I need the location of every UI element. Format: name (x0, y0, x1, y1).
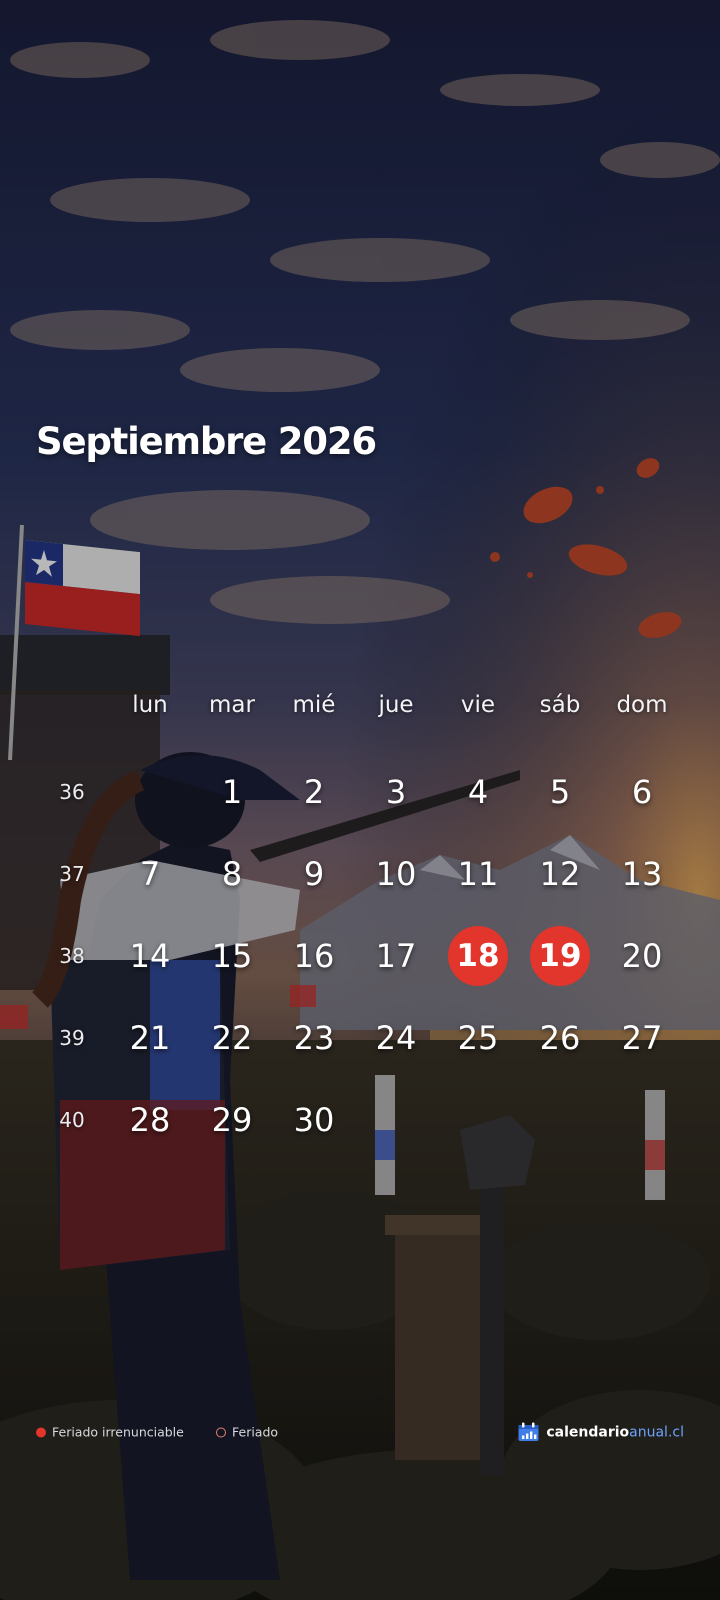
day-cell[interactable]: 8 (202, 844, 262, 904)
day-cell[interactable]: 6 (612, 762, 672, 822)
day-cell[interactable]: 26 (530, 1008, 590, 1068)
ring-dot-icon (216, 1427, 226, 1437)
day-cell[interactable]: 1 (202, 762, 262, 822)
legend-irrenunciable-label: Feriado irrenunciable (52, 1424, 184, 1440)
day-cell[interactable]: 24 (366, 1008, 426, 1068)
holiday-day-cell[interactable]: 19 (530, 926, 590, 986)
weekday-header: jue (378, 692, 414, 718)
brand-name-part2: anual.cl (629, 1424, 684, 1440)
day-cell[interactable]: 3 (366, 762, 426, 822)
brand-logo: calendarioanual.cl (518, 1422, 684, 1442)
week-number: 38 (59, 944, 85, 968)
week-number: 39 (59, 1026, 85, 1050)
brand-name-part1: calendario (546, 1424, 630, 1440)
day-cell[interactable]: 15 (202, 926, 262, 986)
week-number: 37 (59, 862, 85, 886)
day-cell[interactable]: 2 (284, 762, 344, 822)
day-cell[interactable]: 17 (366, 926, 426, 986)
calendar-chart-icon (518, 1422, 539, 1441)
day-cell[interactable]: 25 (448, 1008, 508, 1068)
week-number: 36 (59, 780, 85, 804)
legend-feriado-label: Feriado (232, 1424, 279, 1440)
day-cell[interactable]: 29 (202, 1090, 262, 1150)
weekday-header: vie (460, 692, 496, 718)
weekday-header: dom (616, 692, 668, 718)
day-cell[interactable]: 21 (120, 1008, 180, 1068)
day-cell[interactable]: 23 (284, 1008, 344, 1068)
legend-irrenunciable: Feriado irrenunciable (36, 1425, 184, 1440)
weekday-header: sáb (539, 692, 581, 718)
weekday-header: lun (132, 692, 168, 718)
weekday-header: mié (292, 692, 336, 718)
brand-name: calendarioanual.cl (546, 1424, 684, 1440)
day-cell[interactable]: 27 (612, 1008, 672, 1068)
day-cell[interactable]: 9 (284, 844, 344, 904)
month-title: Septiembre 2026 (36, 420, 377, 463)
day-cell[interactable]: 7 (120, 844, 180, 904)
day-cell[interactable]: 13 (612, 844, 672, 904)
day-cell[interactable]: 11 (448, 844, 508, 904)
legend-feriado: Feriado (216, 1425, 278, 1440)
week-number: 40 (59, 1108, 85, 1132)
background-photo (0, 0, 720, 1600)
day-cell[interactable]: 28 (120, 1090, 180, 1150)
weekday-header: mar (209, 692, 255, 718)
holiday-day-cell[interactable]: 18 (448, 926, 508, 986)
day-cell[interactable]: 12 (530, 844, 590, 904)
day-cell[interactable]: 5 (530, 762, 590, 822)
day-cell[interactable]: 14 (120, 926, 180, 986)
day-cell[interactable]: 20 (612, 926, 672, 986)
day-cell[interactable]: 16 (284, 926, 344, 986)
day-cell[interactable]: 22 (202, 1008, 262, 1068)
day-cell[interactable]: 4 (448, 762, 508, 822)
red-dot-icon (36, 1427, 46, 1437)
day-cell[interactable]: 10 (366, 844, 426, 904)
day-cell[interactable]: 30 (284, 1090, 344, 1150)
